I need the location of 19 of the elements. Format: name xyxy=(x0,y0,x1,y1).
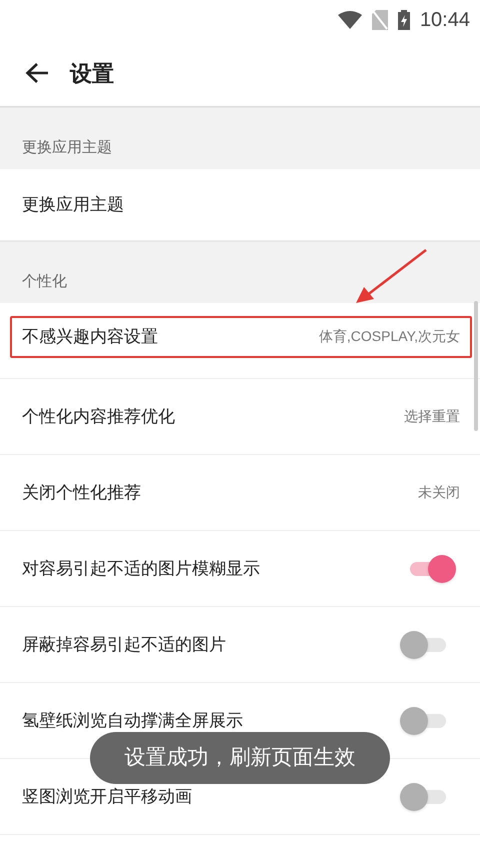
section-title: 个性化 xyxy=(22,272,67,292)
row-value: 选择重置 xyxy=(404,407,460,426)
row-label: 对容易引起不适的图片模糊显示 xyxy=(22,558,260,580)
row-label: 屏蔽掉容易引起不适的图片 xyxy=(22,634,226,656)
row-label: 不感兴趣内容设置 xyxy=(22,326,158,348)
row-value: 体育,COSPLAY,次元女 xyxy=(318,327,460,346)
row-label: 个性化内容推荐优化 xyxy=(22,406,175,428)
clock: 10:44 xyxy=(420,8,470,33)
settings-row[interactable]: 屏蔽掉容易引起不适的图片 xyxy=(0,607,480,683)
success-toast: 设置成功，刷新页面生效 xyxy=(90,732,390,784)
row-label: 关闭个性化推荐 xyxy=(22,482,141,504)
section-title: 更换应用主题 xyxy=(22,138,112,158)
row-value: 未关闭 xyxy=(418,483,460,502)
page-title: 设置 xyxy=(70,60,114,88)
settings-row[interactable]: 关闭个性化推荐 未关闭 xyxy=(0,455,480,531)
row-label: 竖图浏览开启平移动画 xyxy=(22,786,192,808)
settings-row[interactable]: 对容易引起不适的图片模糊显示 xyxy=(0,531,480,607)
row-label: 更换应用主题 xyxy=(22,194,124,216)
row-label: 氢壁纸浏览自动撑满全屏展示 xyxy=(22,710,243,732)
